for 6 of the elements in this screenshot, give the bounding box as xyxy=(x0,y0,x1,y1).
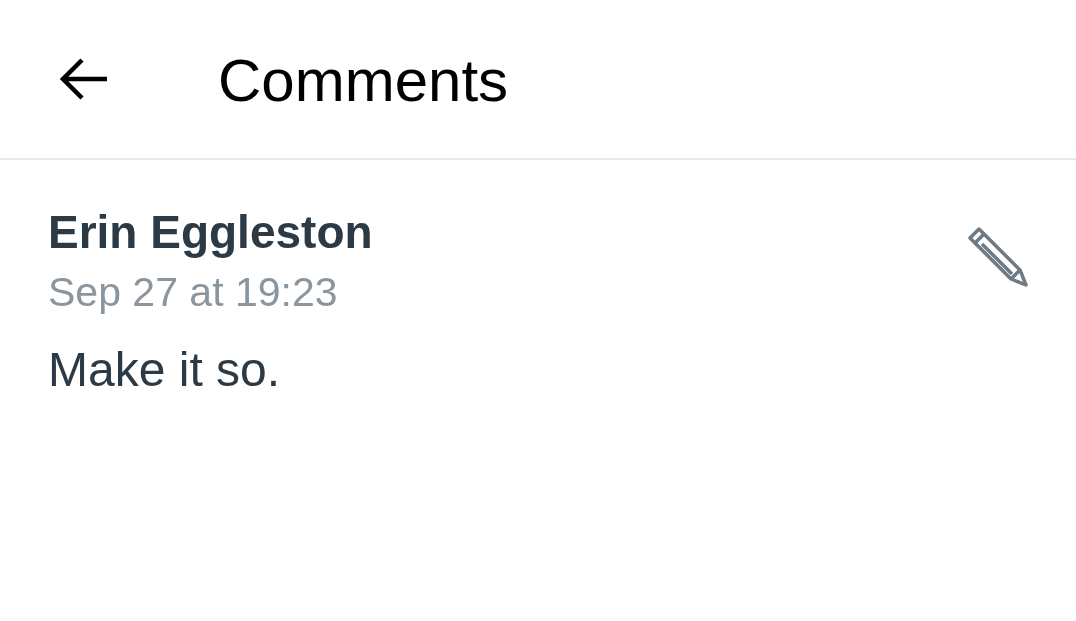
back-arrow-icon xyxy=(59,57,109,101)
screen-title: Comments xyxy=(218,51,509,111)
comment-text: Make it so. xyxy=(48,343,282,397)
pencil-icon xyxy=(967,226,1029,288)
comment-time: Sep 27 at 19:23 xyxy=(48,269,339,315)
comment-author: Erin Eggleston xyxy=(48,206,373,258)
